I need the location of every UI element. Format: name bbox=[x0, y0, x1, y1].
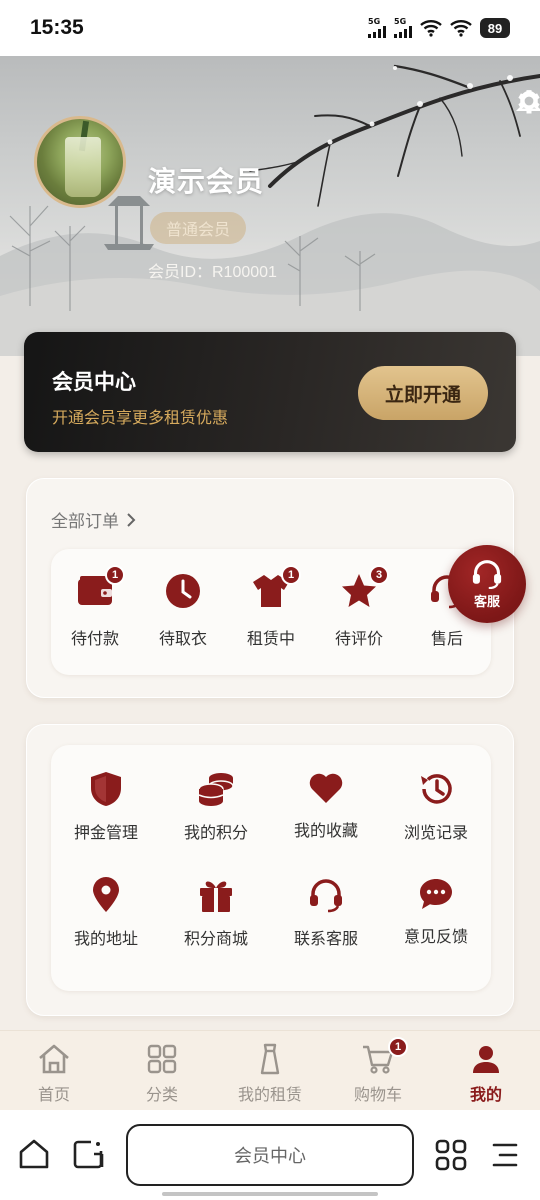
service-label: 我的收藏 bbox=[293, 821, 358, 840]
order-status-label: 待付款 bbox=[70, 629, 119, 648]
count-badge: 1 bbox=[105, 565, 125, 585]
service-label: 我的积分 bbox=[183, 823, 248, 842]
tab-home[interactable]: 首页 bbox=[0, 1031, 108, 1110]
tab-label: 分类 bbox=[145, 1085, 178, 1104]
orders-status-panel: 1 待付款 待取衣 1 租赁中 3 待评价 售后 bbox=[51, 549, 491, 675]
count-badge: 3 bbox=[369, 565, 389, 585]
service-browsing-history[interactable]: 浏览记录 bbox=[381, 771, 491, 843]
tab-label: 首页 bbox=[37, 1085, 70, 1104]
order-status-label: 售后 bbox=[430, 629, 463, 648]
member-center-card[interactable]: 会员中心 开通会员享更多租赁优惠 立即开通 bbox=[24, 332, 516, 452]
all-orders-link[interactable]: 全部订单 bbox=[51, 507, 137, 532]
headset-icon bbox=[310, 879, 342, 913]
browser-toolbar: 会员中心 bbox=[0, 1110, 540, 1200]
service-deposit-management[interactable]: 押金管理 bbox=[51, 771, 161, 843]
order-status-label: 待评价 bbox=[334, 629, 383, 648]
service-label: 浏览记录 bbox=[403, 823, 468, 842]
service-label: 积分商城 bbox=[183, 929, 248, 948]
service-label: 联系客服 bbox=[293, 929, 358, 948]
user-name: 演示会员 bbox=[148, 165, 265, 198]
orders-card: 全部订单 1 待付款 待取衣 1 租赁中 3 待评价 售后 bbox=[26, 478, 514, 698]
service-label: 意见反馈 bbox=[403, 927, 468, 946]
service-my-favorites[interactable]: 我的收藏 bbox=[271, 771, 381, 843]
tab-category[interactable]: 分类 bbox=[108, 1031, 216, 1110]
services-panel: 押金管理 我的积分 我的收藏 浏览记录 我的地址 积分商城 联系客服 意见反馈 bbox=[51, 745, 491, 991]
coins-icon bbox=[198, 773, 234, 806]
service-contact-support[interactable]: 联系客服 bbox=[271, 877, 381, 949]
headset-icon bbox=[472, 559, 502, 589]
service-feedback[interactable]: 意见反馈 bbox=[381, 877, 491, 949]
signal-label: 5G bbox=[394, 17, 407, 26]
service-my-address[interactable]: 我的地址 bbox=[51, 877, 161, 949]
order-status-renting[interactable]: 1 租赁中 bbox=[227, 565, 315, 649]
count-badge: 1 bbox=[281, 565, 301, 585]
member-card-title: 会员中心 bbox=[52, 370, 136, 394]
service-label: 押金管理 bbox=[73, 823, 138, 842]
shield-icon bbox=[91, 772, 121, 806]
cellular-signal-icon: 5G bbox=[368, 18, 386, 38]
member-level-badge: 普通会员 bbox=[150, 212, 247, 244]
address-bar[interactable]: 会员中心 bbox=[126, 1124, 414, 1186]
battery-indicator: 89 bbox=[480, 18, 510, 38]
order-status-pending-payment[interactable]: 1 待付款 bbox=[51, 565, 139, 649]
tab-label: 我的 bbox=[469, 1085, 502, 1104]
garment-icon bbox=[260, 1043, 280, 1075]
location-pin-icon bbox=[93, 877, 119, 912]
order-status-pending-review[interactable]: 3 待评价 bbox=[315, 565, 403, 649]
browser-tabs-icon[interactable] bbox=[72, 1138, 106, 1170]
member-id: 会员ID：R100001 bbox=[148, 264, 277, 281]
apps-grid-icon[interactable] bbox=[434, 1138, 468, 1172]
tab-label: 购物车 bbox=[353, 1085, 402, 1104]
floating-service-label: 客服 bbox=[473, 594, 500, 610]
history-icon bbox=[421, 774, 452, 804]
services-card: 押金管理 我的积分 我的收藏 浏览记录 我的地址 积分商城 联系客服 意见反馈 bbox=[26, 724, 514, 1016]
status-icons: 5G 5G 89 bbox=[368, 18, 510, 38]
order-status-label: 租赁中 bbox=[246, 629, 295, 648]
cellular-signal-icon: 5G bbox=[394, 18, 412, 38]
avatar[interactable] bbox=[34, 116, 126, 208]
chat-bubble-icon bbox=[420, 879, 452, 909]
all-orders-label: 全部订单 bbox=[51, 512, 119, 532]
user-icon bbox=[473, 1046, 499, 1073]
status-bar: 15:35 5G 5G 89 bbox=[0, 0, 540, 56]
tab-label: 我的租赁 bbox=[237, 1085, 302, 1104]
order-status-label: 待取衣 bbox=[158, 629, 207, 648]
service-points-mall[interactable]: 积分商城 bbox=[161, 877, 271, 949]
clock-icon bbox=[166, 574, 200, 608]
home-indicator[interactable] bbox=[162, 1192, 378, 1196]
wifi-icon bbox=[450, 20, 472, 37]
home-icon bbox=[39, 1044, 69, 1074]
status-time: 15:35 bbox=[30, 16, 84, 39]
signal-label: 5G bbox=[368, 17, 381, 26]
menu-icon[interactable] bbox=[490, 1140, 520, 1170]
order-status-pending-pickup[interactable]: 待取衣 bbox=[139, 571, 227, 649]
grid-icon bbox=[147, 1044, 177, 1074]
gift-icon bbox=[200, 881, 232, 912]
cart-count-badge: 1 bbox=[388, 1037, 408, 1057]
service-my-points[interactable]: 我的积分 bbox=[161, 771, 271, 843]
bell-icon[interactable] bbox=[514, 86, 540, 116]
tab-cart[interactable]: 1 购物车 bbox=[324, 1031, 432, 1110]
tab-me[interactable]: 我的 bbox=[432, 1031, 540, 1110]
service-label: 我的地址 bbox=[73, 929, 138, 948]
activate-membership-button[interactable]: 立即开通 bbox=[358, 366, 488, 420]
heart-icon bbox=[309, 773, 343, 803]
tab-my-rentals[interactable]: 我的租赁 bbox=[216, 1031, 324, 1110]
chevron-right-icon bbox=[127, 512, 136, 527]
member-card-subtitle: 开通会员享更多租赁优惠 bbox=[52, 408, 229, 427]
bottom-tab-bar: 首页 分类 我的租赁 1 购物车 我的 bbox=[0, 1030, 540, 1110]
browser-home-icon[interactable] bbox=[18, 1138, 50, 1170]
floating-customer-service-button[interactable]: 客服 bbox=[448, 545, 526, 623]
wifi-icon bbox=[420, 20, 442, 37]
